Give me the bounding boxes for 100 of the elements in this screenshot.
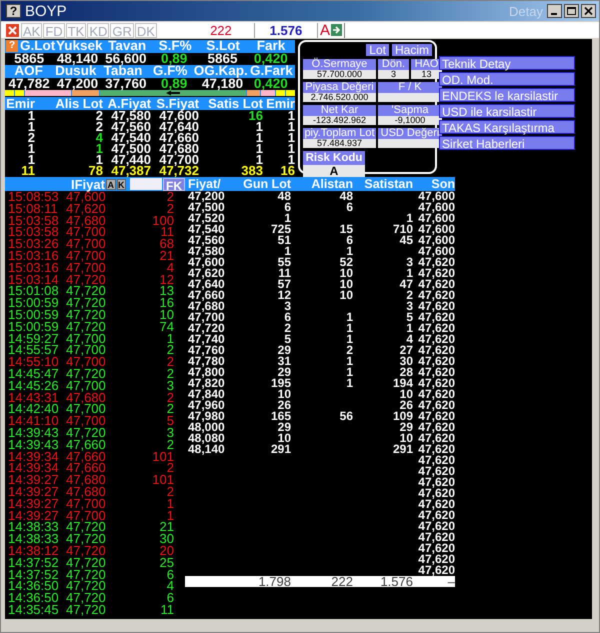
filter-button[interactable]: A: [106, 178, 116, 190]
table-cell-text: 1: [284, 213, 291, 224]
table-cell-text: 47,720: [66, 568, 107, 580]
table-cell-text: 16: [158, 297, 174, 309]
table-cell-text: 2: [166, 356, 174, 368]
menu-item[interactable]: USD ile karsilastir: [439, 104, 575, 118]
table-cell-text: 14:39:43: [8, 438, 60, 451]
field-label: piy.Toplam Lot: [303, 128, 376, 139]
table-cell-text: 47,620: [417, 279, 455, 290]
table-cell-text: 15:03:26: [8, 238, 60, 250]
table-cell-text: 165: [270, 411, 291, 422]
table-cell-text: 14:38:33: [8, 521, 60, 534]
table-cell-text: 1: [345, 312, 353, 323]
table-cell-text: 47,440: [110, 154, 151, 165]
maximize-icon[interactable]: [564, 4, 579, 18]
table-cell-text: 2: [166, 202, 174, 215]
table-cell-text: 27: [398, 345, 413, 356]
table-cell-text: 16: [248, 110, 263, 121]
table-cell-text: 725: [270, 224, 291, 235]
table-cell-text: 1: [345, 378, 353, 389]
total-cell-text: –: [448, 576, 455, 587]
table-cell-text: 14:59:27: [8, 332, 60, 344]
table-cell-text: 14:38:12: [8, 544, 60, 557]
column-header: Yuksek: [56, 39, 102, 53]
table-cell-text: 47,680: [66, 214, 107, 226]
table-cell-text: 47,680: [66, 474, 107, 486]
column-header: Son: [430, 177, 455, 191]
table-cell-text: 47,620: [417, 488, 455, 499]
table-cell-text: 47,680: [66, 392, 107, 404]
menu-item[interactable]: OD. Mod.: [439, 72, 575, 86]
table-cell-text: 47,700: [66, 498, 107, 510]
table-cell-text: 47,640: [158, 121, 199, 132]
total-cell-text: 11: [20, 165, 35, 176]
table-cell-text: 47,600: [159, 110, 199, 121]
panel-button[interactable]: Lot: [366, 44, 389, 56]
table-cell-text: 6: [346, 235, 353, 246]
table-cell-text: 15:03:16: [8, 250, 60, 262]
menu-item[interactable]: ENDEKS le karsilastir: [439, 88, 575, 102]
table-cell-text: 45: [400, 235, 413, 246]
filter-button[interactable]: FK: [163, 178, 186, 190]
table-cell-text: 5: [284, 334, 291, 345]
table-cell-text: 1: [256, 121, 263, 132]
table-cell-text: 47,660: [66, 438, 107, 451]
field-value: 57.700.000: [303, 70, 376, 79]
table-cell-text: 47,500: [187, 202, 226, 213]
table-cell-text: 47,620: [417, 532, 455, 543]
help-button[interactable]: ?: [6, 40, 18, 52]
column-header: Satis Lot: [207, 97, 263, 110]
table-cell-text: 6: [166, 592, 174, 604]
column-header: G.Lot: [20, 40, 56, 52]
table-cell-text: 47,620: [417, 411, 455, 422]
table-cell-text: 47,660: [187, 290, 226, 301]
table-cell-text: 2: [166, 438, 174, 451]
table-cell-text: 57: [276, 279, 291, 290]
arrow-icon[interactable]: [330, 24, 342, 36]
table-cell-text: 47,680: [158, 143, 199, 154]
table-cell-text: 47,620: [417, 543, 455, 554]
column-header: Gun Lot: [242, 177, 291, 191]
minimize-icon[interactable]: [547, 4, 562, 18]
table-cell-text: 47,620: [417, 367, 455, 378]
table-cell-text: 29: [278, 367, 291, 378]
filter-field[interactable]: [130, 178, 162, 190]
table-cell-text: 47,700: [66, 510, 107, 522]
table-cell-text: 15:00:59: [8, 297, 60, 309]
table-cell-text: 26: [400, 400, 413, 411]
table-cell-text: 14:39:43: [8, 426, 60, 439]
table-cell-text: 47,660: [66, 450, 107, 462]
menu-item[interactable]: Sirket Haberleri: [439, 136, 575, 150]
table-cell-text: 47,580: [111, 110, 151, 121]
table-cell-text: 47,600: [417, 246, 455, 257]
menu-item[interactable]: Teknik Detay: [439, 56, 575, 70]
column-header: Alis Lot: [54, 97, 103, 110]
table-cell-text: 4: [166, 580, 174, 592]
table-cell-text: 47,600: [417, 191, 455, 202]
field-label: Dön.: [378, 59, 409, 70]
table-cell-text: 47,620: [417, 477, 455, 488]
table-cell-text: 47,620: [417, 389, 455, 400]
table-cell-text: 100: [151, 214, 174, 226]
table-cell-text: 1: [96, 154, 103, 165]
table-cell-text: 29: [400, 422, 413, 433]
table-cell-text: 3: [405, 257, 413, 268]
table-cell-text: 1: [406, 213, 413, 224]
close-icon[interactable]: [581, 4, 596, 18]
field-value: [378, 93, 442, 102]
table-cell-text: 14:39:34: [8, 462, 60, 474]
table-cell-text: 6: [284, 202, 291, 213]
menu-item[interactable]: TAKAS Karşılaştırma: [439, 120, 575, 134]
filter-button[interactable]: K: [116, 178, 126, 190]
panel-button[interactable]: Hacim: [392, 44, 432, 56]
table-cell-text: 48,080: [187, 433, 226, 444]
table-cell-text: 10: [400, 433, 413, 444]
table-cell-text: 10: [158, 308, 174, 321]
table-cell-text: 47,980: [187, 411, 226, 422]
table-cell-text: 48,000: [187, 422, 226, 433]
table-cell-text: 3: [405, 301, 413, 312]
table-cell-text: 101: [151, 450, 174, 462]
help-button[interactable]: ?: [6, 4, 21, 18]
table-cell-text: 4: [406, 334, 413, 345]
table-cell-text: 47,720: [66, 297, 107, 309]
table-cell-text: 56: [338, 411, 353, 422]
